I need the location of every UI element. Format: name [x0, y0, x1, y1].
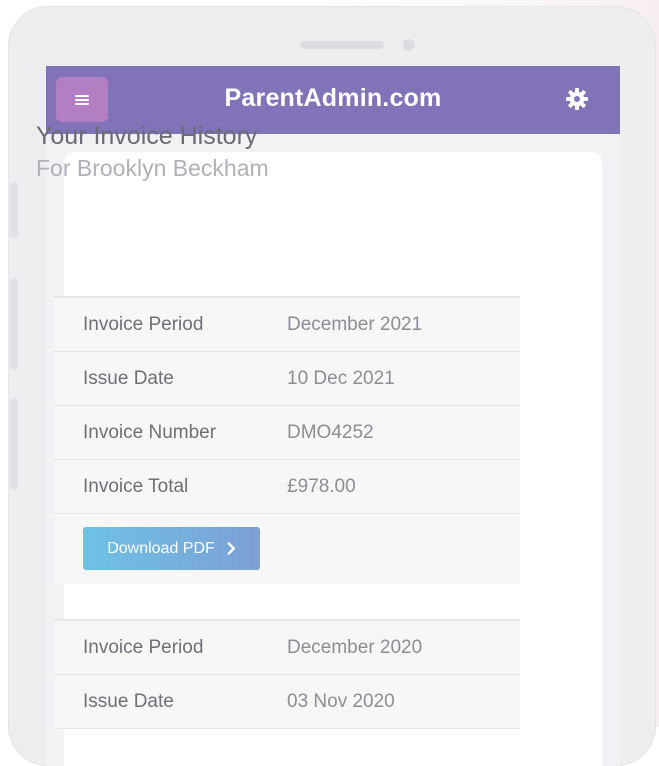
page-title: Your Invoice History [36, 122, 258, 150]
row-value: December 2020 [287, 637, 423, 658]
row-value: 03 Nov 2020 [287, 691, 395, 712]
row-value: DMO4252 [287, 422, 374, 443]
download-pdf-label: Download PDF [107, 539, 215, 557]
download-row: Download PDF [54, 514, 520, 584]
phone-speaker [300, 41, 384, 49]
invoice-row-period: Invoice Period December 2020 [54, 621, 520, 675]
row-label: Invoice Total [83, 476, 189, 497]
invoice-block: Invoice Period December 2020 Issue Date … [54, 619, 520, 729]
phone-side-button [10, 182, 18, 238]
invoice-block: Invoice Period December 2021 Issue Date … [54, 296, 520, 584]
invoice-row-period: Invoice Period December 2021 [54, 298, 520, 352]
settings-button[interactable] [564, 86, 590, 112]
invoice-row-total: Invoice Total £978.00 [54, 460, 520, 514]
row-value: £978.00 [287, 476, 356, 497]
hamburger-menu-icon [75, 94, 89, 105]
download-pdf-button[interactable]: Download PDF [83, 527, 260, 570]
phone-side-button [10, 398, 18, 490]
chevron-right-icon [227, 542, 236, 555]
row-label: Invoice Period [83, 314, 204, 335]
phone-side-button [10, 278, 18, 370]
invoice-row-number: Invoice Number DMO4252 [54, 406, 520, 460]
invoice-row-issue-date: Issue Date 03 Nov 2020 [54, 675, 520, 729]
menu-button[interactable] [56, 77, 108, 122]
row-value: 10 Dec 2021 [287, 368, 395, 389]
invoice-row-issue-date: Issue Date 10 Dec 2021 [54, 352, 520, 406]
row-label: Invoice Number [83, 422, 217, 443]
row-value: December 2021 [287, 314, 423, 335]
phone-camera [403, 39, 415, 51]
row-label: Invoice Period [83, 637, 204, 658]
gear-icon [566, 88, 588, 110]
row-label: Issue Date [83, 368, 174, 389]
row-label: Issue Date [83, 691, 174, 712]
page-subtitle: For Brooklyn Beckham [36, 155, 269, 181]
